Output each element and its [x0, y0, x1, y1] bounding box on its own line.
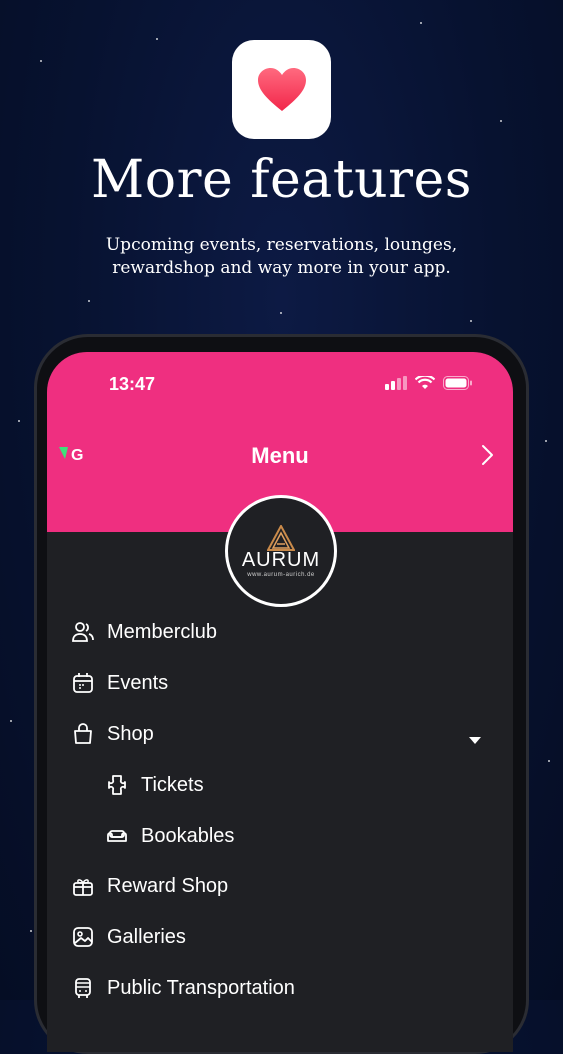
promo-subtitle-line-1: Upcoming events, reservations, lounges, — [105, 235, 458, 255]
caret-down-icon — [469, 737, 481, 744]
star — [88, 300, 90, 302]
menu-item-shop[interactable]: Shop — [71, 714, 154, 754]
app-icon — [232, 40, 331, 139]
status-time: 13:47 — [109, 374, 156, 394]
club-avatar: AURUM www.aurum-aurich.de — [225, 495, 337, 607]
menu-item-label: Shop — [107, 722, 154, 745]
promo-subtitle: Upcoming events, reservations, lounges, … — [80, 234, 483, 280]
sofa-icon — [105, 824, 129, 848]
forward-button[interactable] — [481, 444, 495, 470]
bag-icon — [71, 722, 95, 746]
star — [545, 440, 547, 442]
star — [10, 720, 12, 722]
battery-icon — [443, 376, 472, 390]
menu-item-events[interactable]: Events — [71, 663, 168, 703]
star — [470, 320, 472, 322]
star — [420, 22, 422, 24]
club-logo-icon — [267, 524, 295, 551]
menu-item-reward-shop[interactable]: Reward Shop — [71, 866, 228, 906]
ticket-icon — [105, 773, 129, 797]
menu-item-memberclub[interactable]: Memberclub — [71, 612, 217, 652]
club-name: AURUM — [241, 548, 321, 571]
heart-icon — [257, 67, 306, 111]
menu-title: Menu — [251, 443, 309, 468]
cellular-signal-icon — [385, 376, 407, 390]
bus-icon — [71, 976, 95, 1000]
status-icons — [385, 376, 473, 390]
chevron-right-icon — [482, 445, 493, 465]
gift-icon — [71, 874, 95, 898]
users-icon — [71, 620, 95, 644]
menu-item-label: Events — [107, 671, 169, 694]
star — [156, 38, 158, 40]
phone-screen: 13:47 G Menu AURUM www.aurum-aurich.de M… — [47, 352, 513, 1052]
star — [280, 312, 282, 314]
image-icon — [71, 925, 95, 949]
club-url: www.aurum-aurich.de — [247, 571, 315, 578]
promo-title: More features — [91, 150, 472, 210]
menu-item-label: Bookables — [141, 824, 235, 847]
calendar-icon — [71, 671, 95, 695]
menu-item-galleries[interactable]: Galleries — [71, 917, 186, 957]
menu-item-label: Reward Shop — [107, 874, 229, 897]
menu-item-tickets[interactable]: Tickets — [105, 765, 204, 805]
menu-item-label: Tickets — [141, 773, 204, 796]
menu-item-label: Memberclub — [107, 620, 218, 643]
star — [40, 60, 42, 62]
star — [500, 120, 502, 122]
menu-item-bookables[interactable]: Bookables — [105, 816, 234, 856]
menu-item-label: Public Transportation — [107, 976, 295, 999]
menu-item-public-transportation[interactable]: Public Transportation — [71, 968, 295, 1008]
star — [548, 760, 550, 762]
star — [18, 420, 20, 422]
wifi-icon — [415, 376, 435, 389]
shop-expand-toggle[interactable] — [469, 730, 481, 749]
menu-item-label: Galleries — [107, 925, 186, 948]
promo-subtitle-line-2: rewardshop and way more in your app. — [112, 258, 451, 278]
star — [30, 930, 32, 932]
